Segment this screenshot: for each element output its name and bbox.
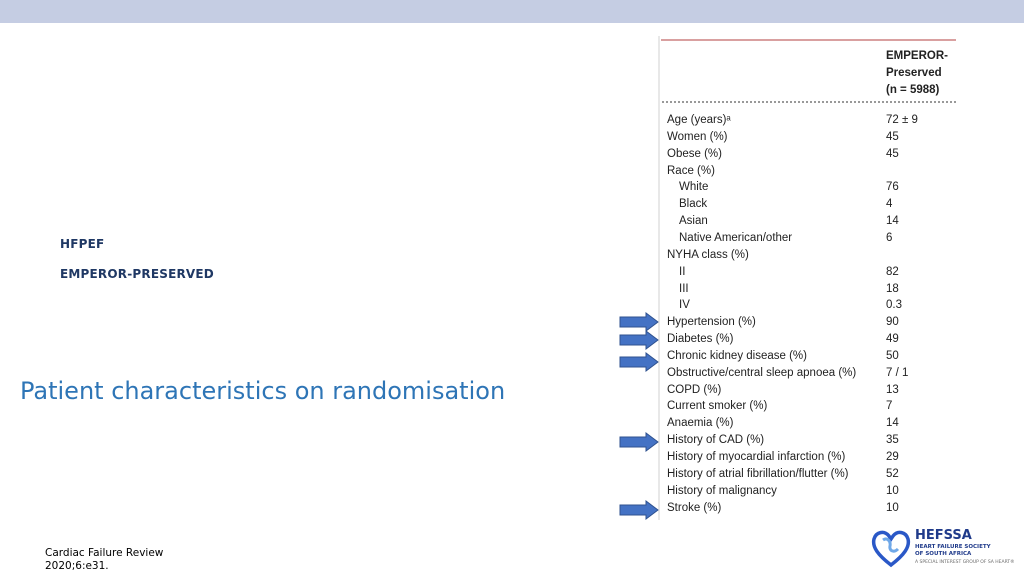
row-value: 50 xyxy=(886,349,899,362)
row-label: NYHA class (%) xyxy=(667,248,749,261)
row-value: 0.3 xyxy=(886,299,902,312)
characteristics-table: EMPEROR- Preserved (n = 5988) Age (years… xyxy=(658,36,956,520)
row-value: 49 xyxy=(886,333,899,346)
row-label: Stroke (%) xyxy=(667,501,722,514)
logo-subtitle: HEART FAILURE SOCIETY OF SOUTH AFRICA xyxy=(915,544,991,557)
row-label: Women (%) xyxy=(667,130,728,143)
row-value: 7 xyxy=(886,400,893,413)
row-label: Current smoker (%) xyxy=(667,400,768,413)
table-row: COPD (%) 13 xyxy=(667,384,952,401)
arrow-right-icon xyxy=(619,312,659,332)
row-value: 6 xyxy=(886,231,893,244)
row-value: 29 xyxy=(886,451,899,463)
arrow-right-icon xyxy=(619,330,659,350)
table-row: History of atrial fibrillation/flutter (… xyxy=(667,468,952,485)
table-row: NYHA class (%) xyxy=(667,249,952,266)
table-row: Women (%) 45 xyxy=(667,131,952,148)
table-row: History of malignancy 10 xyxy=(667,485,952,502)
row-label: Obese (%) xyxy=(667,147,722,160)
header-divider xyxy=(662,101,956,103)
arrow-right-icon xyxy=(619,352,659,372)
row-label: Native American/other xyxy=(679,231,793,244)
table-row: IV 0.3 xyxy=(667,299,952,316)
citation: Cardiac Failure Review 2020;6:e31. xyxy=(45,547,163,573)
row-label: Diabetes (%) xyxy=(667,333,734,346)
row-value: 10 xyxy=(886,484,899,497)
table-row: Black 4 xyxy=(667,198,952,215)
row-value: 13 xyxy=(886,383,899,396)
table-row: White 76 xyxy=(667,181,952,198)
table-column-header: EMPEROR- Preserved (n = 5988) xyxy=(886,48,948,99)
arrow-right-icon xyxy=(619,432,659,452)
row-label: Black xyxy=(679,198,708,211)
row-value: 82 xyxy=(886,265,899,278)
table-row: Race (%) xyxy=(667,165,952,182)
row-label: History of malignancy xyxy=(667,484,777,497)
row-value: 14 xyxy=(886,215,899,228)
row-label: IV xyxy=(679,299,690,312)
citation-reference: 2020;6:e31. xyxy=(45,560,109,572)
top-banner xyxy=(0,0,1024,23)
row-value: 45 xyxy=(886,147,899,160)
row-value: 52 xyxy=(886,467,899,480)
row-value: 45 xyxy=(886,130,899,143)
row-label: Race (%) xyxy=(667,164,715,177)
table-row: Obese (%) 45 xyxy=(667,148,952,165)
row-value: 72 ± 9 xyxy=(886,114,918,126)
header-line-3: (n = 5988) xyxy=(886,84,940,96)
row-label: III xyxy=(679,282,689,295)
table-row: Diabetes (%) 49 xyxy=(667,333,952,350)
table-row: Asian 14 xyxy=(667,215,952,232)
row-label: Obstructive/central sleep apnoea (%) xyxy=(667,366,857,379)
table-row: Stroke (%) 10 xyxy=(667,502,952,519)
table-row: Hypertension (%) 90 xyxy=(667,316,952,333)
table-row: Current smoker (%) 7 xyxy=(667,400,952,417)
table-row: II 82 xyxy=(667,266,952,283)
row-value: 76 xyxy=(886,181,899,194)
section-label-trial: EMPEROR-PRESERVED xyxy=(60,267,214,281)
row-label: Hypertension (%) xyxy=(667,316,756,329)
row-value: 90 xyxy=(886,316,899,329)
row-value: 35 xyxy=(886,434,899,447)
heart-logo-icon xyxy=(871,530,911,568)
table-row: III 18 xyxy=(667,283,952,300)
logo-name: HEFSSA xyxy=(915,528,972,543)
citation-journal: Cardiac Failure Review xyxy=(45,547,164,559)
section-label-hfpef: HFPEF xyxy=(60,237,105,251)
row-label: History of CAD (%) xyxy=(667,434,765,447)
row-label: History of atrial fibrillation/flutter (… xyxy=(667,467,849,480)
table-row: Age (years)ᵃ 72 ± 9 xyxy=(667,114,952,131)
row-label: White xyxy=(679,181,709,194)
hefssa-logo: HEFSSA HEART FAILURE SOCIETY OF SOUTH AF… xyxy=(870,527,1020,571)
slide-title: Patient characteristics on randomisation xyxy=(20,377,506,405)
row-label: II xyxy=(679,265,686,278)
row-value: 7 / 1 xyxy=(886,366,909,379)
row-value: 10 xyxy=(886,501,899,514)
table-top-rule xyxy=(661,39,956,41)
table-row: Chronic kidney disease (%) 50 xyxy=(667,350,952,367)
table-row: Native American/other 6 xyxy=(667,232,952,249)
header-line-1: EMPEROR- xyxy=(886,50,948,62)
table-row: Anaemia (%) 14 xyxy=(667,417,952,434)
row-value: 18 xyxy=(886,282,899,295)
row-value: 14 xyxy=(886,417,899,430)
table-row: History of myocardial infarction (%) 29 xyxy=(667,451,952,468)
arrow-right-icon xyxy=(619,500,659,520)
table-row: History of CAD (%) 35 xyxy=(667,434,952,451)
row-value: 4 xyxy=(886,198,893,211)
table-row: Obstructive/central sleep apnoea (%) 7 / … xyxy=(667,367,952,384)
row-label: Age (years)ᵃ xyxy=(667,114,731,126)
logo-tagline: A SPECIAL INTEREST GROUP OF SA HEART® xyxy=(915,560,1015,565)
row-label: History of myocardial infarction (%) xyxy=(667,451,846,463)
row-label: COPD (%) xyxy=(667,383,722,396)
row-label: Chronic kidney disease (%) xyxy=(667,349,807,362)
row-label: Asian xyxy=(679,215,708,228)
header-line-2: Preserved xyxy=(886,67,942,79)
row-label: Anaemia (%) xyxy=(667,417,734,430)
